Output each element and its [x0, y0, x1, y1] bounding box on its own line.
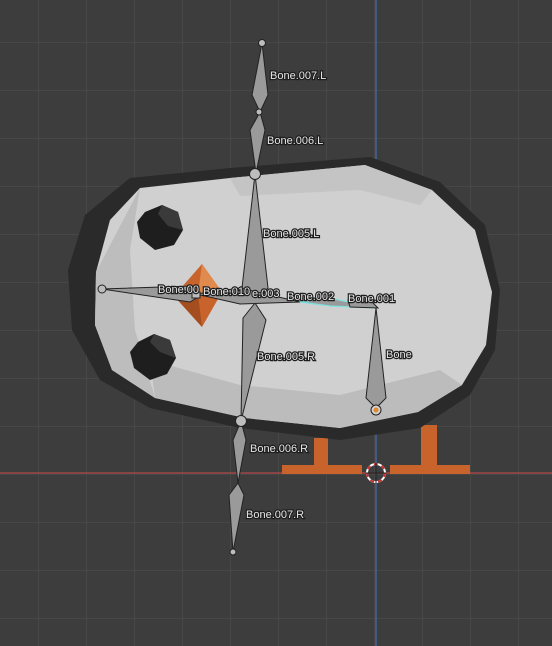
bone-006-l-joint[interactable]: [255, 108, 263, 116]
3d-viewport[interactable]: Bone.007.L Bone.006.L Bone.005.L Bone.00…: [0, 0, 552, 646]
bone-00-tip[interactable]: [97, 284, 107, 294]
bone-label-bone: Bone: [386, 349, 412, 361]
bone-label-010: Bone.010: [203, 286, 250, 298]
bone-label-006-r: Bone.006.R: [250, 443, 308, 455]
bone-label-007-l: Bone.007.L: [270, 70, 326, 82]
viewport-scene[interactable]: Bone.007.L Bone.006.L Bone.005.L Bone.00…: [0, 0, 552, 646]
bone-head-origin: [373, 407, 379, 413]
bone-006-l-shape[interactable]: [249, 110, 266, 174]
bone-007-r-tip[interactable]: [229, 548, 237, 556]
bone-007-l-tip[interactable]: [258, 39, 266, 47]
bone-label-006-l: Bone.006.L: [267, 135, 323, 147]
foot-right-stem: [421, 425, 437, 469]
bone-label-003: e.003: [252, 288, 280, 300]
bone-005-l-head[interactable]: [249, 168, 261, 180]
foot-left-base: [282, 465, 362, 474]
bone-label-001: Bone.001: [348, 293, 395, 305]
bone-label-00: Bone.00: [158, 284, 199, 296]
3d-cursor-icon[interactable]: [366, 463, 386, 483]
bone-label-007-r: Bone.007.R: [246, 509, 304, 521]
bone-006-r-head[interactable]: [235, 415, 247, 427]
bone-007-l-shape[interactable]: [251, 42, 269, 114]
bone-006-r-shape[interactable]: [232, 419, 247, 484]
bone-label-002: Bone.002: [287, 291, 334, 303]
bone-label-005-r: Bone.005.R: [257, 351, 315, 363]
foot-right-base: [390, 465, 470, 474]
bone-label-005-l: Bone.005.L: [263, 228, 319, 240]
bone-007-r-shape[interactable]: [228, 482, 245, 553]
